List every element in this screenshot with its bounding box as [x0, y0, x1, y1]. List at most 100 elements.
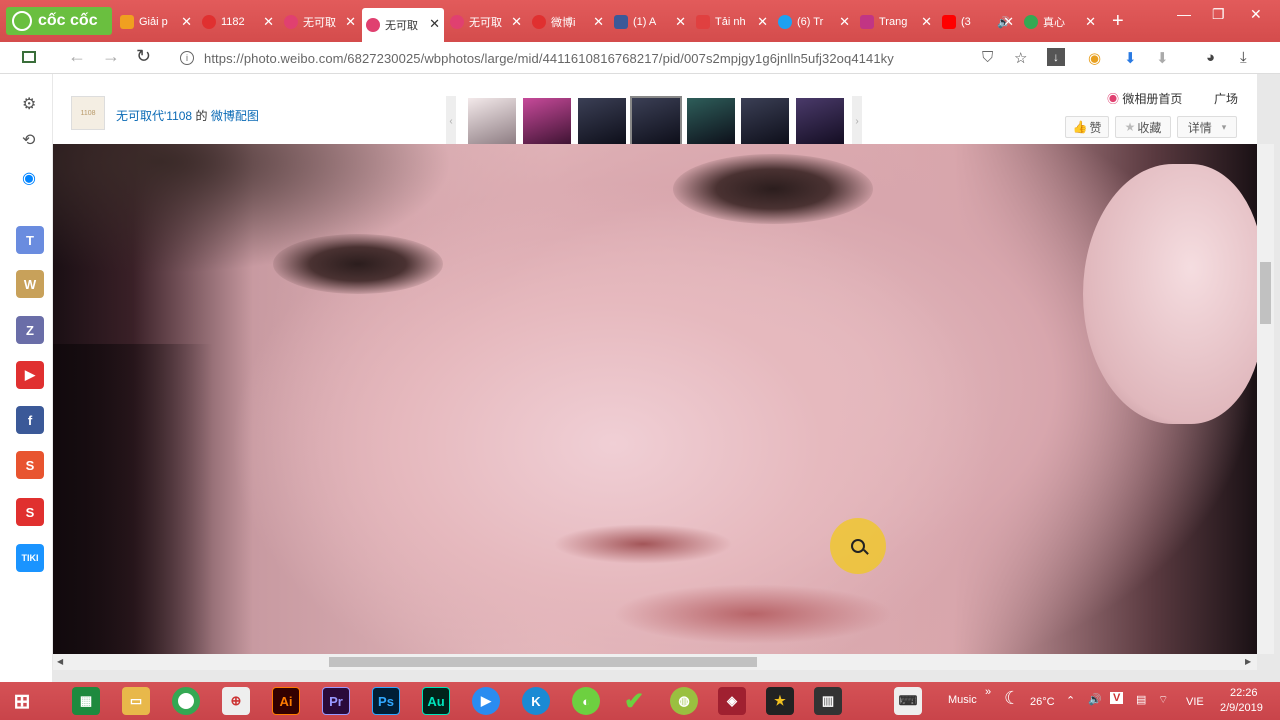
sidebar-toggle-icon[interactable]	[22, 51, 36, 63]
close-icon[interactable]: ✕	[511, 14, 522, 30]
tab-5[interactable]: 无可取 ✕	[446, 9, 526, 35]
restore-button[interactable]: ❐	[1212, 6, 1225, 23]
sidebar-item-t[interactable]: T	[16, 226, 44, 254]
thumbs-prev-button[interactable]: ‹	[446, 96, 456, 146]
app-icon[interactable]: ◈	[718, 687, 746, 715]
kmplayer-icon[interactable]: K	[522, 687, 550, 715]
photo-thumbnail[interactable]	[687, 98, 735, 146]
tab-3[interactable]: 无可取 ✕	[280, 9, 360, 35]
user-name-link[interactable]: 无可取代'1108	[116, 109, 192, 123]
like-button[interactable]: 👍 赞	[1065, 116, 1109, 138]
app-tray-icon[interactable]: V	[1110, 692, 1124, 704]
extension-icon[interactable]: ◉	[1088, 49, 1101, 67]
photo-thumbnail-selected[interactable]	[630, 96, 682, 148]
new-tab-button[interactable]: +	[1112, 10, 1124, 33]
shield-icon[interactable]: ⛉	[982, 49, 993, 66]
url-text[interactable]: https://photo.weibo.com/6827230025/wbpho…	[204, 51, 894, 66]
large-photo[interactable]	[53, 144, 1257, 654]
app-icon[interactable]: ⊕	[222, 687, 250, 715]
album-home-link[interactable]: ◉ 微相册首页	[1107, 90, 1182, 107]
piano-icon[interactable]: ▥	[814, 687, 842, 715]
save-page-icon[interactable]: ↓	[1047, 48, 1065, 66]
close-icon[interactable]: ✕	[1085, 14, 1096, 30]
minimize-button[interactable]: —	[1177, 6, 1191, 22]
app-icon[interactable]: ◍	[670, 687, 698, 715]
profile-icon[interactable]: ◕	[1206, 49, 1215, 66]
sidebar-item-shopee[interactable]: S	[16, 451, 44, 479]
horizontal-scrollbar[interactable]: ◀ ▶	[53, 654, 1257, 670]
details-dropdown[interactable]: 详情 ▾	[1177, 116, 1237, 138]
premiere-icon[interactable]: Pr	[322, 687, 350, 715]
close-window-button[interactable]: ✕	[1250, 6, 1262, 23]
scroll-right-arrow-icon[interactable]: ▶	[1245, 657, 1251, 666]
volume-icon[interactable]: 🔊	[1088, 693, 1102, 706]
back-button[interactable]: ←	[68, 46, 86, 67]
close-icon[interactable]: ✕	[839, 14, 850, 30]
checkmark-icon[interactable]: ✔	[620, 687, 648, 715]
tab-2[interactable]: 1182 ✕	[198, 9, 278, 35]
photo-thumbnail[interactable]	[578, 98, 626, 146]
tab-9[interactable]: (6) Tr ✕	[774, 9, 854, 35]
close-icon[interactable]: ✕	[675, 14, 686, 30]
close-icon[interactable]: ✕	[1003, 14, 1014, 30]
sidebar-item-w[interactable]: W	[16, 270, 44, 298]
tab-6[interactable]: 微博i ✕	[528, 9, 608, 35]
tab-1[interactable]: Giải p ✕	[116, 9, 196, 35]
photoshop-icon[interactable]: Ps	[372, 687, 400, 715]
music-label[interactable]: Music	[948, 694, 977, 706]
downloads-icon[interactable]: ⤓	[1240, 49, 1247, 66]
scroll-left-arrow-icon[interactable]: ◀	[57, 657, 63, 666]
download-arrow-icon[interactable]: ⬇	[1124, 49, 1137, 67]
close-icon[interactable]: ✕	[181, 14, 192, 30]
sidebar-item-facebook[interactable]: f	[16, 406, 44, 434]
album-link[interactable]: 微博配图	[211, 109, 259, 123]
photo-thumbnail[interactable]	[468, 98, 516, 146]
messenger-icon[interactable]: ◉	[22, 168, 36, 188]
close-icon[interactable]: ✕	[345, 14, 356, 30]
sidebar-item-youtube[interactable]: ▶	[16, 361, 44, 389]
reload-button[interactable]: ↻	[136, 46, 151, 67]
chrome-icon[interactable]	[172, 687, 200, 715]
keyboard-icon[interactable]: ⌨	[894, 687, 922, 715]
media-player-icon[interactable]: ▶	[472, 687, 500, 715]
tab-10[interactable]: Trang ✕	[856, 9, 936, 35]
address-bar[interactable]: i https://photo.weibo.com/6827230025/wbp…	[170, 45, 1180, 71]
photo-thumbnail[interactable]	[796, 98, 844, 146]
illustrator-icon[interactable]: Ai	[272, 687, 300, 715]
vertical-scrollbar[interactable]	[1257, 144, 1274, 654]
download-arrow-gray-icon[interactable]: ⬇	[1156, 49, 1169, 67]
app-icon[interactable]: ◐	[572, 687, 600, 715]
tab-7[interactable]: (1) A ✕	[610, 9, 690, 35]
store-icon[interactable]: ▦	[72, 687, 100, 715]
collect-button[interactable]: ★ 收藏	[1115, 116, 1171, 138]
close-icon[interactable]: ✕	[429, 16, 440, 32]
sidebar-item-tiki[interactable]: TIKI	[16, 544, 44, 572]
close-icon[interactable]: ✕	[757, 14, 768, 30]
forward-button[interactable]: →	[102, 46, 120, 67]
video-editor-icon[interactable]: ★	[766, 687, 794, 715]
plaza-link[interactable]: 广场	[1214, 90, 1238, 107]
vertical-scroll-thumb[interactable]	[1260, 262, 1271, 324]
tab-12[interactable]: 真心 ✕	[1020, 9, 1100, 35]
clock-date[interactable]: 2/9/2019	[1220, 702, 1263, 714]
tab-11[interactable]: (3 🔊 ✕	[938, 9, 1018, 35]
avatar[interactable]: 1108	[71, 96, 105, 130]
thumbs-next-button[interactable]: ›	[852, 96, 862, 146]
close-icon[interactable]: ✕	[263, 14, 274, 30]
clock-time[interactable]: 22:26	[1230, 687, 1258, 699]
audition-icon[interactable]: Au	[422, 687, 450, 715]
close-icon[interactable]: ✕	[921, 14, 932, 30]
tab-8[interactable]: Tải nh ✕	[692, 9, 772, 35]
language-indicator[interactable]: VIE	[1186, 696, 1204, 708]
photo-thumbnail[interactable]	[523, 98, 571, 146]
settings-gear-icon[interactable]: ⚙	[22, 94, 36, 114]
windows-start-icon[interactable]: ⊞	[8, 687, 36, 715]
network-icon[interactable]: ▤	[1136, 693, 1146, 706]
horizontal-scroll-thumb[interactable]	[329, 657, 757, 667]
site-info-icon[interactable]: i	[180, 51, 194, 65]
chevron-up-icon[interactable]: ⌃	[1066, 694, 1075, 707]
tab-active[interactable]: 无可取 ✕	[362, 8, 444, 42]
photo-thumbnail[interactable]	[741, 98, 789, 146]
bookmark-star-icon[interactable]: ☆	[1014, 49, 1027, 67]
coccoc-logo[interactable]: cốc cốc	[6, 7, 112, 35]
